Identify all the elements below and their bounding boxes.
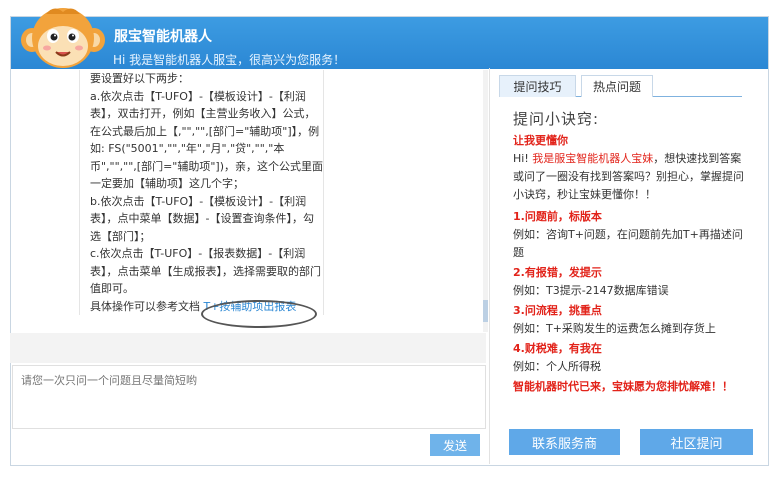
tip-example: 例如：T3提示-2147数据库错误 [513,284,669,297]
tab-hot-questions[interactable]: 热点问题 [581,75,653,97]
scrollbar-thumb[interactable] [483,300,488,322]
tip-example: 例如：咨询T+问题，在问题前先加T+再描述问题 [513,228,743,259]
tab-question-tips[interactable]: 提问技巧 [499,75,576,97]
tip-example: 例如：个人所得税 [513,360,601,373]
send-button[interactable]: 发送 [430,434,480,456]
message-line: a.依次点击【T-UFO】-【模板设计】-【利润表】，双击打开，例如【主营业务收… [90,89,323,191]
header-bar: 服宝智能机器人 Hi 我是智能机器人服宝，很高兴为您服务！ [11,17,768,69]
toolbar-band [10,333,486,363]
tips-tabs: 提问技巧 热点问题 [499,75,742,97]
tip-heading: 2.有报错，发提示 [513,266,602,279]
tip-heading: 4.财税难，有我在 [513,342,602,355]
greeting-text: Hi 我是智能机器人服宝，很高兴为您服务！ [113,53,346,67]
tips-intro: Hi! 我是服宝智能机器人宝妹，想快速找到答案或问了一圈没有找到答案吗？别担心，… [513,150,749,204]
tips-heading: 让我更懂你 [513,134,568,147]
tip-heading: 1.问题前，标版本 [513,210,602,223]
doc-prefix: 具体操作可以参考文档 [90,299,200,313]
monkey-mascot-icon [21,8,105,68]
tips-footer: 智能机器时代已来，宝妹愿为您排忧解难！！ [513,380,733,393]
chat-scrollbar[interactable] [483,70,488,332]
tip-heading: 3.问流程，挑重点 [513,304,602,317]
question-input[interactable] [12,365,486,429]
message-line: 要设置好以下两步： [90,72,189,85]
highlight-ellipse [201,300,317,328]
bot-message-bubble: 要设置好以下两步： a.依次点击【T-UFO】-【模板设计】-【利润表】，双击打… [79,70,324,315]
contact-provider-button[interactable]: 联系服务商 [509,429,620,455]
message-line: b.依次点击【T-UFO】-【模板设计】-【利润表】，点中菜单【数据】-【设置查… [90,194,314,243]
message-line: c.依次点击【T-UFO】-【报表数据】-【利润表】，点击菜单【生成报表】，选择… [90,247,321,295]
community-question-button[interactable]: 社区提问 [640,429,753,455]
tip-example: 例如：T+采购发生的运费怎么摊到存货上 [513,322,716,335]
tips-content: 提问小诀窍: 让我更懂你 Hi! 我是服宝智能机器人宝妹，想快速找到答案或问了一… [513,110,749,396]
panel-divider [489,68,490,464]
chat-history[interactable]: 要设置好以下两步： a.依次点击【T-UFO】-【模板设计】-【利润表】，双击打… [10,70,488,332]
tips-title: 提问小诀窍: [513,110,600,128]
app-title: 服宝智能机器人 [114,29,212,45]
intro-prefix: Hi! [513,152,533,165]
intro-highlight: 我是服宝智能机器人宝妹 [532,152,654,165]
